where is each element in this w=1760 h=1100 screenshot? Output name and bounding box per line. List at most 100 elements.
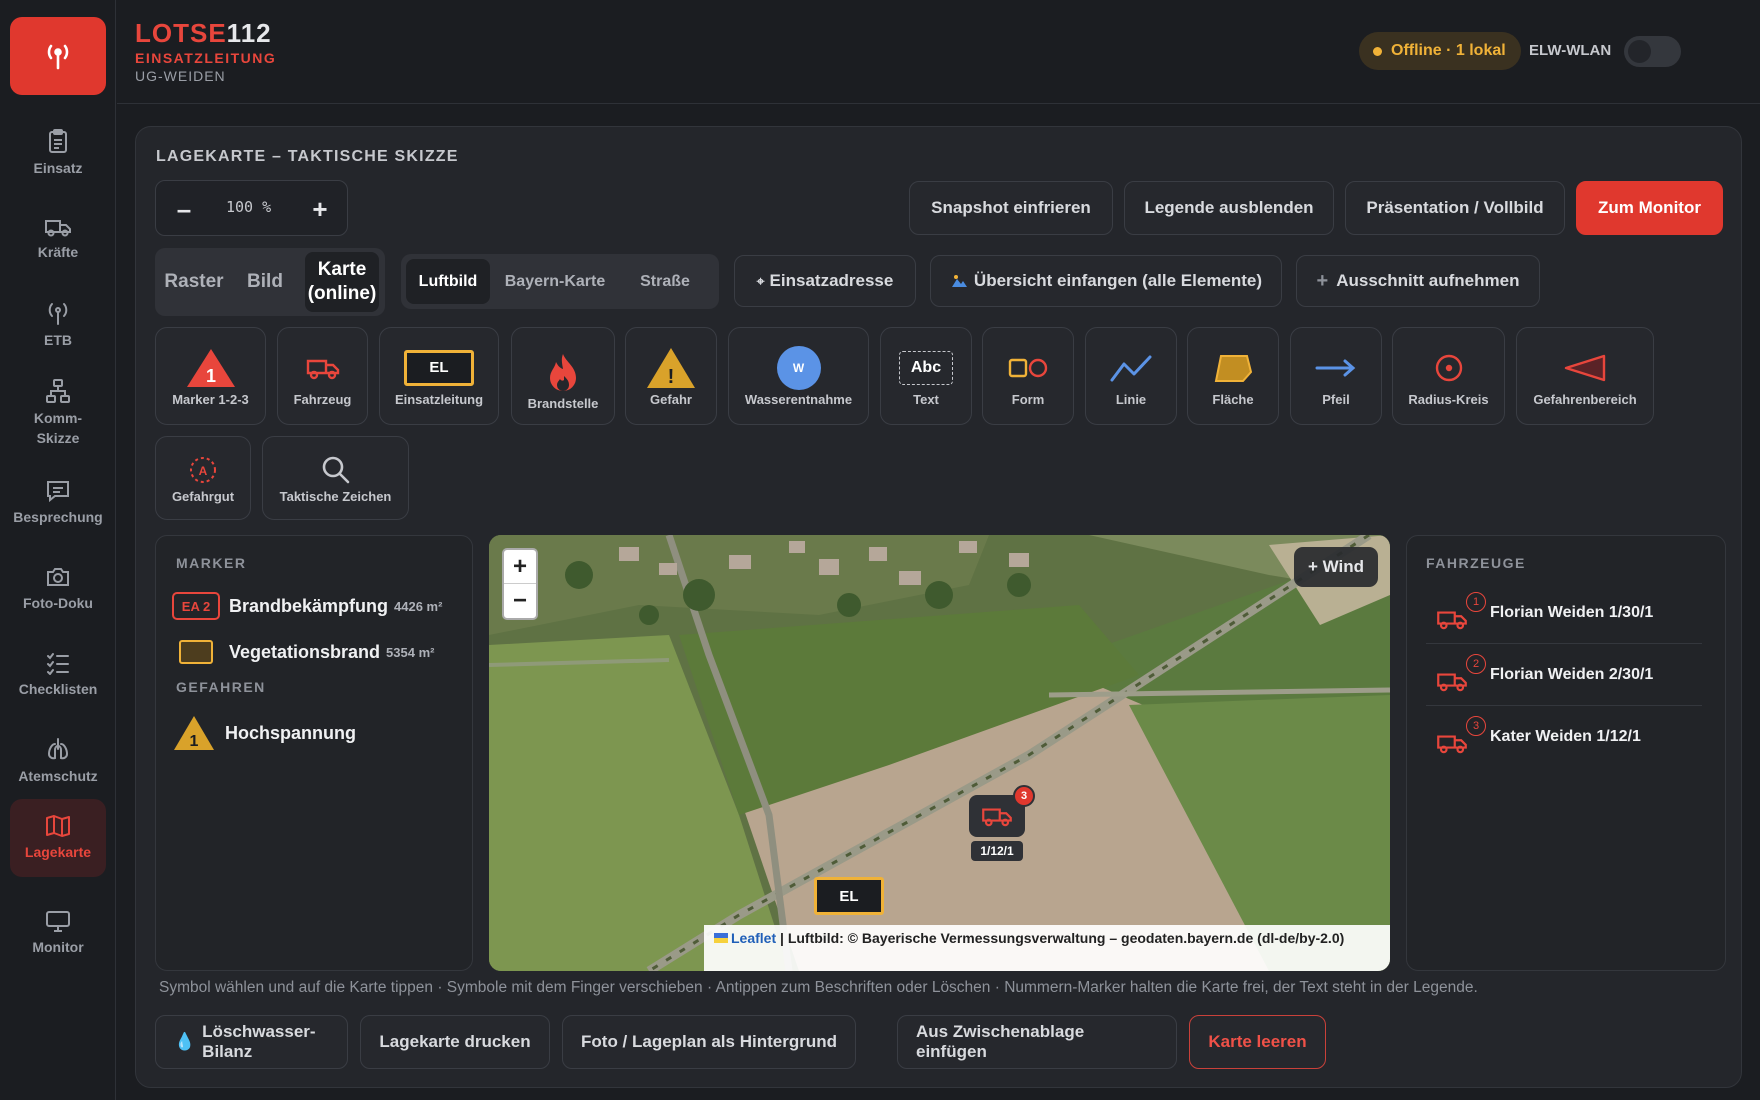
tool-linie[interactable]: Linie <box>1085 327 1177 425</box>
tool-gefahrenbereich[interactable]: Gefahrenbereich <box>1516 327 1654 425</box>
area-swatch-icon <box>179 640 213 664</box>
tool-label: Marker 1-2-3 <box>172 391 249 407</box>
sidebar-item-foto-doku[interactable]: Foto-Doku <box>10 551 106 627</box>
loeschwasser-label: Löschwasser-Bilanz <box>202 1022 316 1061</box>
hazmat-glyph: A <box>199 464 208 478</box>
wlan-label: ELW-WLAN <box>1529 42 1612 59</box>
vehicle-name: Kater Weiden 1/12/1 <box>1490 728 1641 745</box>
vehicle-row[interactable]: 2 Florian Weiden 2/30/1 <box>1426 644 1702 706</box>
tool-taktische-zeichen[interactable]: Taktische Zeichen <box>262 436 409 520</box>
truck-icon <box>1437 673 1467 692</box>
tool-fahrzeug[interactable]: Fahrzeug <box>277 327 368 425</box>
tool-label: Gefahr <box>650 391 692 407</box>
offline-status-badge[interactable]: Offline · 1 lokal <box>1359 32 1521 70</box>
magnifier-icon <box>322 456 349 483</box>
sidebar-item-komm-skizze[interactable]: Komm- Skizze <box>10 373 106 453</box>
vehicles-panel: FAHRZEUGE 1 Florian Weiden 1/30/1 2 Flor… <box>1406 535 1726 971</box>
warning-triangle-icon: 1 <box>174 716 214 750</box>
vehicle-count-badge: 3 <box>1013 785 1035 807</box>
snapshot-button[interactable]: Snapshot einfrieren <box>909 181 1113 235</box>
wind-button[interactable]: + Wind <box>1293 547 1378 587</box>
zoom-in-button[interactable]: + <box>292 181 348 237</box>
tool-gefahr[interactable]: ! Gefahr <box>625 327 717 425</box>
tool-flaeche[interactable]: Fläche <box>1187 327 1279 425</box>
layer-bayern-karte[interactable]: Bayern-Karte <box>495 259 615 304</box>
map-vehicle-marker[interactable]: 3 <box>969 785 1035 837</box>
warning-triangle-icon: ! <box>647 347 695 388</box>
loeschwasser-button[interactable]: 💧 Löschwasser-Bilanz <box>155 1015 348 1069</box>
tool-label: Text <box>913 391 939 407</box>
legend-item-area: 4426 m² <box>394 598 443 614</box>
to-monitor-button[interactable]: Zum Monitor <box>1576 181 1723 235</box>
sidebar-item-lagekarte[interactable]: Lagekarte <box>10 799 106 877</box>
tool-pfeil[interactable]: Pfeil <box>1290 327 1382 425</box>
sidebar-item-atemschutz[interactable]: Atemschutz <box>10 723 106 799</box>
map-zoom-in-button[interactable]: + <box>504 550 536 584</box>
ea-badge: EA 2 <box>172 592 220 620</box>
sidebar-item-besprechung[interactable]: Besprechung <box>10 465 106 541</box>
layer-strasse[interactable]: Straße <box>615 259 715 304</box>
bg-mode-raster[interactable]: Raster <box>155 248 233 316</box>
paste-clipboard-button[interactable]: Aus Zwischenablage einfügen <box>897 1015 1177 1069</box>
photo-background-button[interactable]: Foto / Lageplan als Hintergrund <box>562 1015 856 1069</box>
sidebar-item-label: Skizze <box>36 430 80 446</box>
antenna-icon <box>47 44 69 70</box>
tool-marker-123[interactable]: 1 Marker 1-2-3 <box>155 327 266 425</box>
marker-glyph: 1 <box>205 366 215 386</box>
tool-radius-kreis[interactable]: Radius-Kreis <box>1392 327 1505 425</box>
overview-capture-label: Übersicht einfangen (alle Elemente) <box>973 271 1263 290</box>
tool-label: Gefahrgut <box>171 488 235 504</box>
map-el-marker[interactable]: EL <box>814 877 884 915</box>
crosshair-icon: ⌖ <box>756 272 765 289</box>
tool-text[interactable]: Abc Text <box>880 327 972 425</box>
toggle-legend-button[interactable]: Legende ausblenden <box>1124 181 1334 235</box>
tool-label: Gefahrenbereich <box>1533 391 1637 407</box>
app-logo-button[interactable] <box>10 17 106 95</box>
bg-mode-karte-online[interactable]: Karte (online) <box>305 252 379 312</box>
bg-mode-bild[interactable]: Bild <box>233 248 297 316</box>
map-icon <box>46 815 70 837</box>
vehicle-row[interactable]: 1 Florian Weiden 1/30/1 <box>1426 582 1702 644</box>
map-attribution: Leaflet | Luftbild: © Bayerische Vermess… <box>704 925 1390 971</box>
truck-icon <box>1437 611 1467 630</box>
print-map-button[interactable]: Lagekarte drucken <box>360 1015 550 1069</box>
legend-item[interactable]: Vegetationsbrand 5354 m² <box>172 640 434 664</box>
sidebar-item-label: Monitor <box>32 939 84 955</box>
sidebar-item-monitor[interactable]: Monitor <box>10 895 106 971</box>
layer-luftbild[interactable]: Luftbild <box>406 259 490 304</box>
einsatzadresse-button[interactable]: ⌖ Einsatzadresse <box>734 255 916 307</box>
overview-capture-button[interactable]: Übersicht einfangen (alle Elemente) <box>930 255 1282 307</box>
tool-einsatzleitung[interactable]: EL Einsatzleitung <box>379 327 499 425</box>
leaflet-link[interactable]: Leaflet <box>731 930 776 946</box>
sidebar-item-label: Einsatz <box>33 160 83 176</box>
chat-icon <box>47 481 69 503</box>
tool-gefahrgut[interactable]: A Gefahrgut <box>155 436 251 520</box>
legend-item[interactable]: 1 Hochspannung <box>172 714 356 752</box>
water-circle-icon: W <box>776 345 821 390</box>
legend-item[interactable]: EA 2 Brandbekämpfung 4426 m² <box>172 592 442 620</box>
danger-number: 1 <box>190 733 199 750</box>
tool-brandstelle[interactable]: Brandstelle <box>511 327 615 425</box>
zoom-out-button[interactable]: – <box>156 181 212 237</box>
map-zoom-out-button[interactable]: − <box>504 584 536 618</box>
lagekarte-panel: LAGEKARTE – TAKTISCHE SKIZZE – 100 % + S… <box>135 126 1742 1088</box>
polygon-icon <box>1214 354 1253 382</box>
sidebar-item-label: ETB <box>44 332 72 348</box>
clear-map-button[interactable]: Karte leeren <box>1189 1015 1326 1069</box>
tool-wasserentnahme[interactable]: W Wasserentnahme <box>728 327 869 425</box>
legend-item-area: 5354 m² <box>386 644 435 660</box>
sidebar-item-einsatz[interactable]: Einsatz <box>10 115 106 191</box>
crop-capture-button[interactable]: + Ausschnitt aufnehmen <box>1296 255 1540 307</box>
wlan-toggle[interactable] <box>1624 36 1681 67</box>
legend-panel: MARKER EA 2 Brandbekämpfung 4426 m² Vege… <box>155 535 473 971</box>
tool-form[interactable]: Form <box>982 327 1074 425</box>
sidebar-item-kraefte[interactable]: Kräfte <box>10 201 106 277</box>
hazmat-icon: A <box>190 456 216 483</box>
usage-hint: Symbol wählen und auf die Karte tippen ·… <box>159 979 1478 996</box>
vehicle-row[interactable]: 3 Kater Weiden 1/12/1 <box>1426 706 1702 768</box>
presentation-button[interactable]: Präsentation / Vollbild <box>1345 181 1565 235</box>
sidebar-item-checklisten[interactable]: Checklisten <box>10 637 106 713</box>
tool-label: Form <box>1011 391 1045 407</box>
sidebar-item-etb[interactable]: ETB <box>10 287 106 363</box>
map-view[interactable]: + − + Wind 3 1/12/1 EL Leaflet | Luftbil… <box>489 535 1390 971</box>
